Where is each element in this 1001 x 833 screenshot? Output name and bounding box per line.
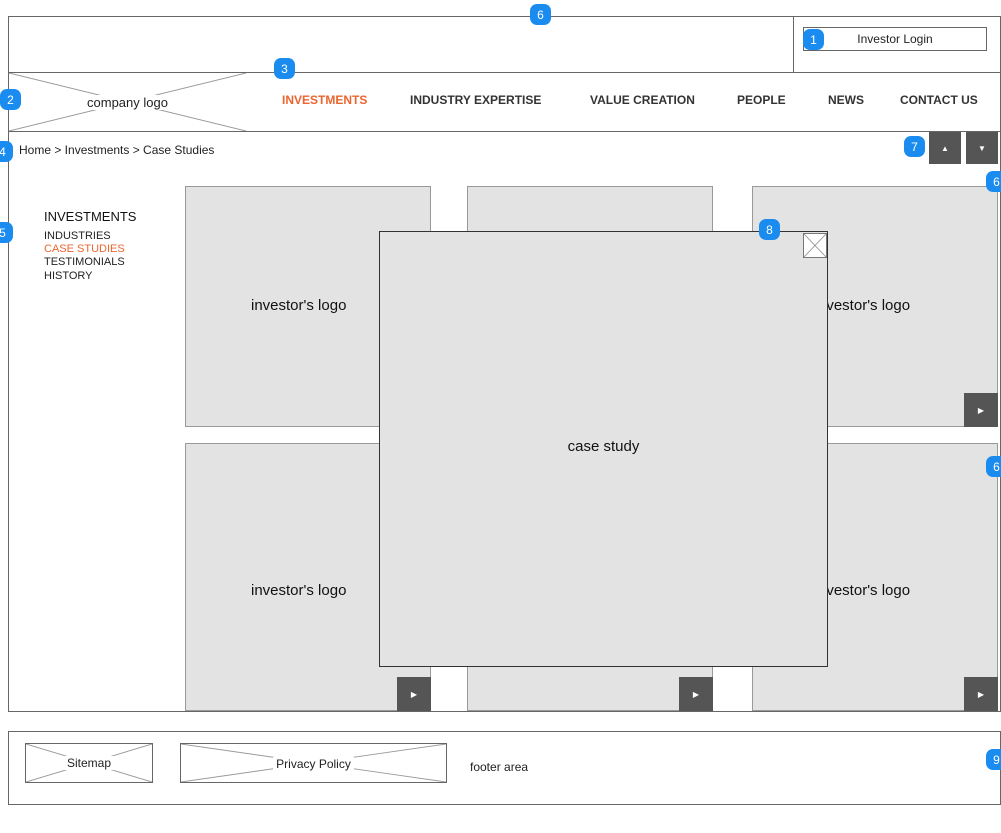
nav-item-investments[interactable]: INVESTMENTS xyxy=(282,93,367,107)
case-study-label: case study xyxy=(567,438,640,455)
investor-logo-label: investor's logo xyxy=(251,297,347,314)
annotation-badge: 2 xyxy=(0,89,21,110)
card-play-button[interactable]: ▶ xyxy=(964,677,998,711)
nav-item-news[interactable]: NEWS xyxy=(828,93,864,107)
annotation-badge: 8 xyxy=(759,219,780,240)
annotation-badge: 1 xyxy=(803,29,824,50)
sidebar-heading[interactable]: INVESTMENTS xyxy=(44,209,136,224)
annotation-badge: 4 xyxy=(0,141,13,162)
overlay-close-button[interactable] xyxy=(803,233,827,258)
card-play-button[interactable]: ▶ xyxy=(964,393,998,427)
login-divider xyxy=(793,16,794,72)
play-icon: ▶ xyxy=(977,689,985,699)
arrow-up-icon: ▲ xyxy=(941,143,949,153)
sidebar-item-case-studies[interactable]: CASE STUDIES xyxy=(44,243,125,255)
investor-logo-label: investor's logo xyxy=(251,582,347,599)
privacy-policy-label: Privacy Policy xyxy=(273,757,354,771)
scroll-down-button[interactable]: ▼ xyxy=(966,132,998,164)
play-icon: ▶ xyxy=(410,689,418,699)
sidebar-item-testimonials[interactable]: TESTIMONIALS xyxy=(44,256,125,268)
annotation-badge: 6 xyxy=(530,4,551,25)
annotation-badge: 6 xyxy=(986,456,1001,477)
annotation-badge: 5 xyxy=(0,222,13,243)
nav-item-contact-us[interactable]: CONTACT US xyxy=(900,93,978,107)
arrow-down-icon: ▼ xyxy=(978,143,986,153)
investor-logo-label: nvestor's logo xyxy=(818,582,911,599)
investor-login-button[interactable]: Investor Login xyxy=(803,27,987,51)
annotation-badge: 7 xyxy=(904,136,925,157)
investor-logo-label: nvestor's logo xyxy=(818,297,911,314)
annotation-badge: 3 xyxy=(274,58,295,79)
play-icon: ▶ xyxy=(977,405,985,415)
nav-item-people[interactable]: PEOPLE xyxy=(737,93,786,107)
company-logo-label: company logo xyxy=(84,94,171,110)
privacy-policy-link[interactable]: Privacy Policy xyxy=(180,743,447,783)
annotation-badge: 9 xyxy=(986,749,1001,770)
nav-item-industry-expertise[interactable]: INDUSTRY EXPERTISE xyxy=(410,93,541,107)
card-play-button[interactable]: ▶ xyxy=(679,677,713,711)
sitemap-label: Sitemap xyxy=(63,756,115,770)
sidebar-item-history[interactable]: HISTORY xyxy=(44,270,93,282)
annotation-badge: 6 xyxy=(986,171,1001,192)
breadcrumb[interactable]: Home > Investments > Case Studies xyxy=(19,143,214,157)
sidebar-item-industries[interactable]: INDUSTRIES xyxy=(44,230,111,242)
scroll-up-button[interactable]: ▲ xyxy=(929,132,961,164)
company-logo[interactable]: company logo xyxy=(8,72,247,132)
play-icon: ▶ xyxy=(692,689,700,699)
nav-item-value-creation[interactable]: VALUE CREATION xyxy=(590,93,695,107)
card-play-button[interactable]: ▶ xyxy=(397,677,431,711)
close-icon xyxy=(804,234,826,257)
footer-area-label: footer area xyxy=(470,760,529,774)
sitemap-link[interactable]: Sitemap xyxy=(25,743,153,783)
